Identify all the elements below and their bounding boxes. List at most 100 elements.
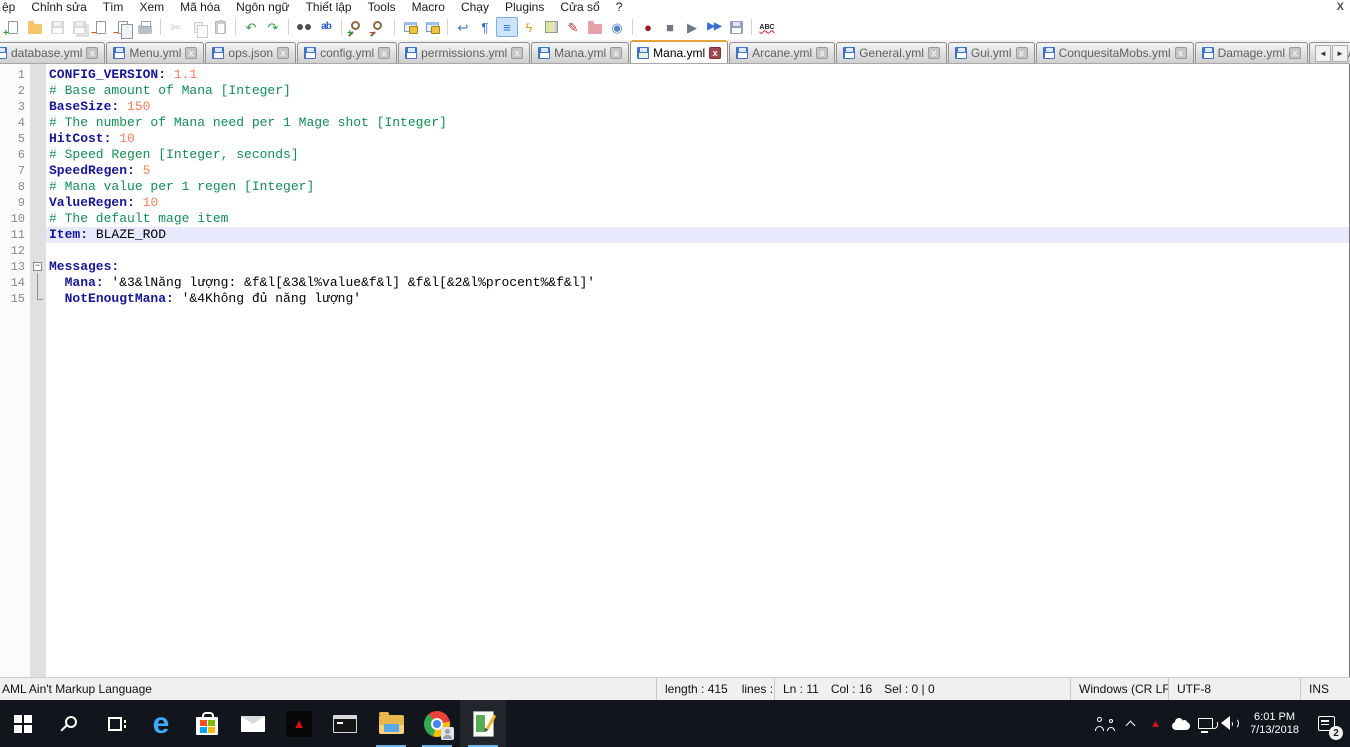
tab-gui-yml[interactable]: Gui.ymlx	[948, 42, 1035, 63]
code-line-text[interactable]: Mana: '&3&lNăng lượng: &f&l[&3&l%value&f…	[46, 275, 1349, 291]
menu-item[interactable]: Macro	[404, 0, 453, 14]
zoom-in-button[interactable]: +	[346, 17, 368, 37]
window-close-button[interactable]: X	[1337, 1, 1344, 13]
tray-item-chevron-up[interactable]	[1118, 700, 1143, 747]
code-line-text[interactable]: # Speed Regen [Integer, seconds]	[46, 147, 1349, 163]
show-indent-guide-button[interactable]: ≡	[496, 17, 518, 37]
status-encoding[interactable]: UTF-8	[1168, 678, 1300, 700]
document-map-button[interactable]	[540, 17, 562, 37]
open-file-button[interactable]	[24, 17, 46, 37]
taskbar-app-task-view[interactable]	[92, 700, 138, 747]
taskbar-app-start[interactable]	[0, 700, 46, 747]
code-line-text[interactable]: CONFIG_VERSION: 1.1	[46, 67, 1349, 83]
tab-scroll-right-button[interactable]: ►	[1332, 45, 1348, 62]
tab-close-icon[interactable]: x	[709, 47, 721, 59]
tab-close-icon[interactable]: x	[1289, 47, 1301, 59]
print-button[interactable]	[134, 17, 156, 37]
macro-save-button[interactable]	[725, 17, 747, 37]
folder-as-workspace-button[interactable]	[584, 17, 606, 37]
tab-close-icon[interactable]: x	[277, 47, 289, 59]
tab-close-icon[interactable]: x	[1016, 47, 1028, 59]
tab-close-icon[interactable]: x	[185, 47, 197, 59]
taskbar-app-cmd[interactable]	[322, 700, 368, 747]
taskbar-app-file-explorer[interactable]	[368, 700, 414, 747]
close-document-button[interactable]: −	[90, 17, 112, 37]
cut-button[interactable]: ✂	[165, 17, 187, 37]
menu-item[interactable]: Tìm	[95, 0, 132, 14]
taskbar-app-notepad-plus-plus[interactable]	[460, 700, 506, 747]
tab-menu-yml[interactable]: Menu.ymlx	[106, 42, 204, 63]
tray-item-volume[interactable]	[1218, 700, 1243, 747]
save-all-button[interactable]	[68, 17, 90, 37]
code-line-text[interactable]	[46, 243, 1349, 259]
code-line-text[interactable]: # The default mage item	[46, 211, 1349, 227]
tray-item-network[interactable]	[1193, 700, 1218, 747]
taskbar-app-edge[interactable]: e	[138, 700, 184, 747]
tab-close-icon[interactable]: x	[511, 47, 523, 59]
fold-margin[interactable]: −	[30, 259, 46, 275]
macro-record-button[interactable]: ●	[637, 17, 659, 37]
code-line-text[interactable]: HitCost: 10	[46, 131, 1349, 147]
monitoring-button[interactable]: ◉	[606, 17, 628, 37]
tab-close-icon[interactable]: x	[86, 47, 98, 59]
taskbar-app-chrome[interactable]	[414, 700, 460, 747]
tray-item-people[interactable]	[1093, 700, 1118, 747]
code-line-text[interactable]: # Mana value per 1 regen [Integer]	[46, 179, 1349, 195]
copy-button[interactable]	[187, 17, 209, 37]
function-list-button[interactable]: ϟ	[518, 17, 540, 37]
tab-close-icon[interactable]: x	[610, 47, 622, 59]
code-line-text[interactable]: NotEnougtMana: '&4Không đủ năng lượng'	[46, 291, 1349, 307]
editor-area[interactable]: 1CONFIG_VERSION: 1.12# Base amount of Ma…	[0, 64, 1350, 677]
sync-vertical-scrolling-button[interactable]	[399, 17, 421, 37]
code-line-text[interactable]: ValueRegen: 10	[46, 195, 1349, 211]
save-button[interactable]	[46, 17, 68, 37]
tray-item-garena-tray[interactable]: ▲	[1143, 700, 1168, 747]
code-line-text[interactable]: SpeedRegen: 5	[46, 163, 1349, 179]
menu-item[interactable]: Xem	[131, 0, 172, 14]
spell-check-button[interactable]: ABC	[756, 17, 778, 37]
sync-horizontal-scrolling-button[interactable]	[421, 17, 443, 37]
menu-item[interactable]: Thiết lập	[298, 0, 360, 14]
tab-close-icon[interactable]: x	[1175, 47, 1187, 59]
status-eol-format[interactable]: Windows (CR LF)	[1070, 678, 1168, 700]
menu-item[interactable]: Ngôn ngữ	[228, 0, 297, 14]
close-all-documents-button[interactable]: −	[112, 17, 134, 37]
tab-conquesitamobs-yml[interactable]: ConquesitaMobs.ymlx	[1036, 42, 1194, 63]
action-center-button[interactable]: 2	[1306, 700, 1346, 747]
tab-arcane-yml[interactable]: Arcane.ymlx	[729, 42, 835, 63]
zoom-out-button[interactable]: −	[368, 17, 390, 37]
code-line-text[interactable]: Item: BLAZE_ROD	[46, 227, 1349, 243]
new-file-button[interactable]: +	[2, 17, 24, 37]
tab-config-yml[interactable]: config.ymlx	[297, 42, 397, 63]
menu-item[interactable]: ệp	[0, 0, 23, 14]
macro-play-button[interactable]: ▶	[681, 17, 703, 37]
undo-button[interactable]: ↶	[240, 17, 262, 37]
menu-item[interactable]: Chạy	[453, 0, 497, 14]
fold-collapse-icon[interactable]: −	[33, 262, 42, 271]
taskbar-clock[interactable]: 6:01 PM 7/13/2018	[1243, 711, 1306, 737]
tab-permissions-yml[interactable]: permissions.ymlx	[398, 42, 530, 63]
tab-close-icon[interactable]: x	[378, 47, 390, 59]
code-line-text[interactable]: # The number of Mana need per 1 Mage sho…	[46, 115, 1349, 131]
menu-item[interactable]: Tools	[360, 0, 404, 14]
tab-mana-yml[interactable]: Mana.ymlx	[630, 40, 728, 63]
menu-item[interactable]: ?	[608, 0, 631, 14]
tab-general-yml[interactable]: General.ymlx	[836, 42, 947, 63]
show-all-characters-button[interactable]: ¶	[474, 17, 496, 37]
paste-button[interactable]	[209, 17, 231, 37]
document-switcher-button[interactable]: ✎	[562, 17, 584, 37]
word-wrap-button[interactable]: ↩	[452, 17, 474, 37]
taskbar-app-garena[interactable]: ▲	[276, 700, 322, 747]
menu-item[interactable]: Cửa sổ	[552, 0, 607, 14]
menu-item[interactable]: Chỉnh sửa	[23, 0, 94, 14]
tab-scroll-left-button[interactable]: ◄	[1315, 45, 1331, 62]
taskbar-app-search[interactable]	[46, 700, 92, 747]
menu-item[interactable]: Plugins	[497, 0, 552, 14]
tab-database-yml[interactable]: database.ymlx	[0, 42, 105, 63]
code-line-text[interactable]: Messages:	[46, 259, 1349, 275]
macro-run-multiple-button[interactable]: ▶▶	[703, 17, 725, 37]
macro-stop-button[interactable]: ■	[659, 17, 681, 37]
menu-item[interactable]: Mã hóa	[172, 0, 228, 14]
taskbar-app-mail[interactable]	[230, 700, 276, 747]
tab-mana-yml[interactable]: Mana.ymlx	[531, 42, 629, 63]
